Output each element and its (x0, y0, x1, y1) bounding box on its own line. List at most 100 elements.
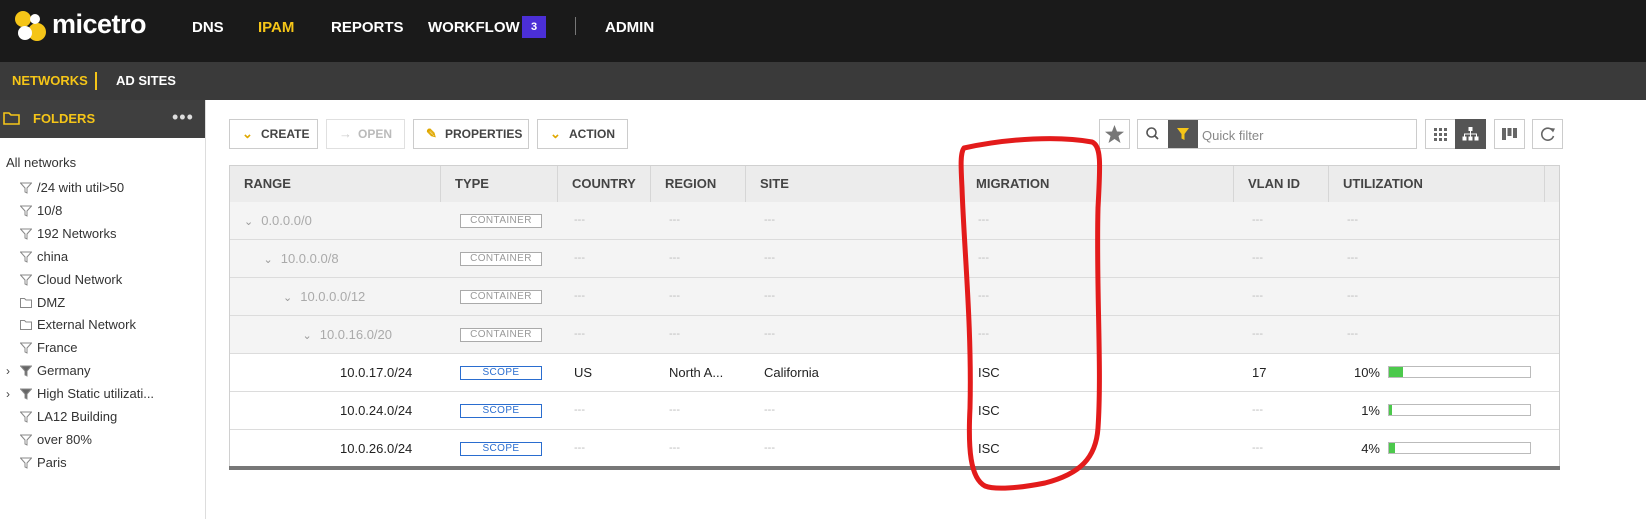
grid-view-button[interactable] (1425, 119, 1456, 149)
migration-cell: ISC (978, 403, 1000, 418)
collapse-chevron-icon[interactable]: ⌄ (264, 254, 273, 266)
sidebar-item[interactable]: over 80% (0, 430, 205, 452)
region-cell: --- (669, 442, 680, 454)
refresh-button[interactable] (1532, 119, 1563, 149)
col-vlan-id[interactable]: VLAN ID (1234, 166, 1329, 202)
table-row[interactable]: 10.0.24.0/24 SCOPE --- --- --- ISC --- 1% (230, 392, 1559, 430)
sidebar-item[interactable]: china (0, 247, 205, 269)
sidebar-item-label: china (37, 248, 69, 264)
site-cell: --- (764, 328, 775, 340)
table-row[interactable]: ⌄ 10.0.0.0/12 CONTAINER --- --- --- --- --- --- (230, 278, 1559, 316)
range-value: 0.0.0.0/0 (261, 213, 312, 228)
sidebar-item[interactable]: France (0, 338, 205, 360)
range-value: 10.0.26.0/24 (340, 441, 413, 456)
more-options-icon[interactable]: ••• (172, 107, 194, 128)
filter-icon (20, 182, 32, 194)
quick-filter-input[interactable] (1200, 121, 1416, 149)
collapse-chevron-icon[interactable]: ⌄ (283, 292, 292, 304)
range-cell: 10.0.26.0/24 (340, 430, 412, 467)
col-type[interactable]: TYPE (441, 166, 558, 202)
top-navbar: micetro DNS IPAM REPORTS WORKFLOW 3 ADMI… (0, 0, 1646, 62)
utilization-bar (1388, 366, 1531, 378)
filter-icon (20, 411, 32, 423)
expand-chevron-icon[interactable]: › (6, 387, 10, 401)
table-header: RANGE TYPE COUNTRY REGION SITE MIGRATION… (230, 166, 1559, 203)
table-row[interactable]: 10.0.17.0/24 SCOPE US North A... California I… (230, 354, 1559, 392)
nav-workflow[interactable]: WORKFLOW (428, 19, 520, 36)
col-site[interactable]: SITE (746, 166, 962, 202)
all-networks-item[interactable]: All networks (6, 155, 76, 170)
favorite-button[interactable] (1099, 119, 1130, 149)
sidebar-item[interactable]: DMZ (0, 293, 205, 315)
workflow-count-badge[interactable]: 3 (522, 16, 546, 38)
table-row[interactable]: ⌄ 0.0.0.0/0 CONTAINER --- --- --- --- --- --- (230, 202, 1559, 240)
subnav-networks[interactable]: NETWORKS (12, 73, 88, 88)
nav-ipam[interactable]: IPAM (258, 19, 294, 36)
properties-button[interactable]: ✎ PROPERTIES (413, 119, 529, 149)
sidebar-item[interactable]: 192 Networks (0, 224, 205, 246)
sidebar-item[interactable]: › High Static utilizati... (0, 384, 205, 406)
sidebar-item[interactable]: LA12 Building (0, 407, 205, 429)
range-cell: ⌄ 10.0.0.0/8 (264, 240, 339, 277)
collapse-chevron-icon[interactable]: ⌄ (244, 216, 253, 228)
utilization-cell: --- (1347, 328, 1358, 340)
chevron-down-icon: ⌄ (550, 126, 561, 141)
site-cell: --- (764, 252, 775, 264)
col-country[interactable]: COUNTRY (558, 166, 651, 202)
utilization-bar (1388, 442, 1531, 454)
filter-icon (20, 228, 32, 240)
region-cell: --- (669, 328, 680, 340)
col-migration[interactable]: MIGRATION (962, 166, 1234, 202)
type-badge: CONTAINER (460, 290, 542, 304)
filter-toggle-button[interactable] (1168, 120, 1198, 148)
arrow-right-icon: → (339, 126, 352, 141)
vlan-id-cell: 17 (1252, 365, 1267, 380)
app-name[interactable]: micetro (52, 9, 147, 40)
site-cell: --- (764, 442, 775, 454)
col-range[interactable]: RANGE (230, 166, 441, 202)
sidebar-item[interactable]: 10/8 (0, 201, 205, 223)
sub-navbar: NETWORKS AD SITES (0, 62, 1646, 100)
action-button[interactable]: ⌄ ACTION (537, 119, 628, 149)
utilization-percent: 10% (1353, 365, 1380, 380)
utilization-bar (1388, 404, 1531, 416)
site-cell: California (764, 365, 819, 380)
micetro-logo-icon[interactable] (13, 10, 47, 42)
sidebar-item-label: Germany (37, 363, 91, 379)
type-badge: SCOPE (460, 366, 542, 380)
nav-reports[interactable]: REPORTS (331, 19, 404, 36)
sidebar-item[interactable]: /24 with util>50 (0, 178, 205, 200)
migration-cell: --- (978, 252, 989, 264)
subnav-ad-sites[interactable]: AD SITES (116, 73, 176, 88)
create-button[interactable]: ⌄ CREATE (229, 119, 318, 149)
sidebar-item[interactable]: Cloud Network (0, 270, 205, 292)
nav-dns[interactable]: DNS (192, 19, 224, 36)
vlan-id-cell: --- (1252, 252, 1263, 264)
filter-icon (20, 388, 32, 400)
refresh-icon (1541, 127, 1555, 141)
collapse-chevron-icon[interactable]: ⌄ (303, 330, 312, 342)
columns-icon (1502, 128, 1517, 140)
utilization-bar-fill (1389, 405, 1392, 415)
table-row[interactable]: ⌄ 10.0.16.0/20 CONTAINER --- --- --- --- --- --- (230, 316, 1559, 354)
utilization-cell: --- (1347, 252, 1358, 264)
column-view-button[interactable] (1494, 119, 1525, 149)
range-cell: ⌄ 10.0.16.0/20 (303, 316, 393, 353)
type-badge: CONTAINER (460, 252, 542, 266)
table-row[interactable]: 10.0.26.0/24 SCOPE --- --- --- ISC --- 4% (230, 430, 1559, 468)
sidebar-item[interactable]: Paris (0, 453, 205, 475)
expand-chevron-icon[interactable]: › (6, 364, 10, 378)
open-button[interactable]: → OPEN (326, 119, 405, 149)
nav-admin[interactable]: ADMIN (605, 19, 654, 36)
table-scroll-edge (229, 466, 1560, 470)
sidebar-item[interactable]: › Germany (0, 361, 205, 383)
col-utilization[interactable]: UTILIZATION (1329, 166, 1545, 202)
sidebar-item-label: 192 Networks (37, 225, 117, 241)
country-cell: US (574, 365, 593, 380)
pencil-icon: ✎ (426, 126, 437, 141)
tree-view-button[interactable] (1455, 119, 1486, 149)
search-button[interactable] (1138, 120, 1168, 148)
table-row[interactable]: ⌄ 10.0.0.0/8 CONTAINER --- --- --- --- --- --- (230, 240, 1559, 278)
col-region[interactable]: REGION (651, 166, 746, 202)
sidebar-item[interactable]: External Network (0, 315, 205, 337)
